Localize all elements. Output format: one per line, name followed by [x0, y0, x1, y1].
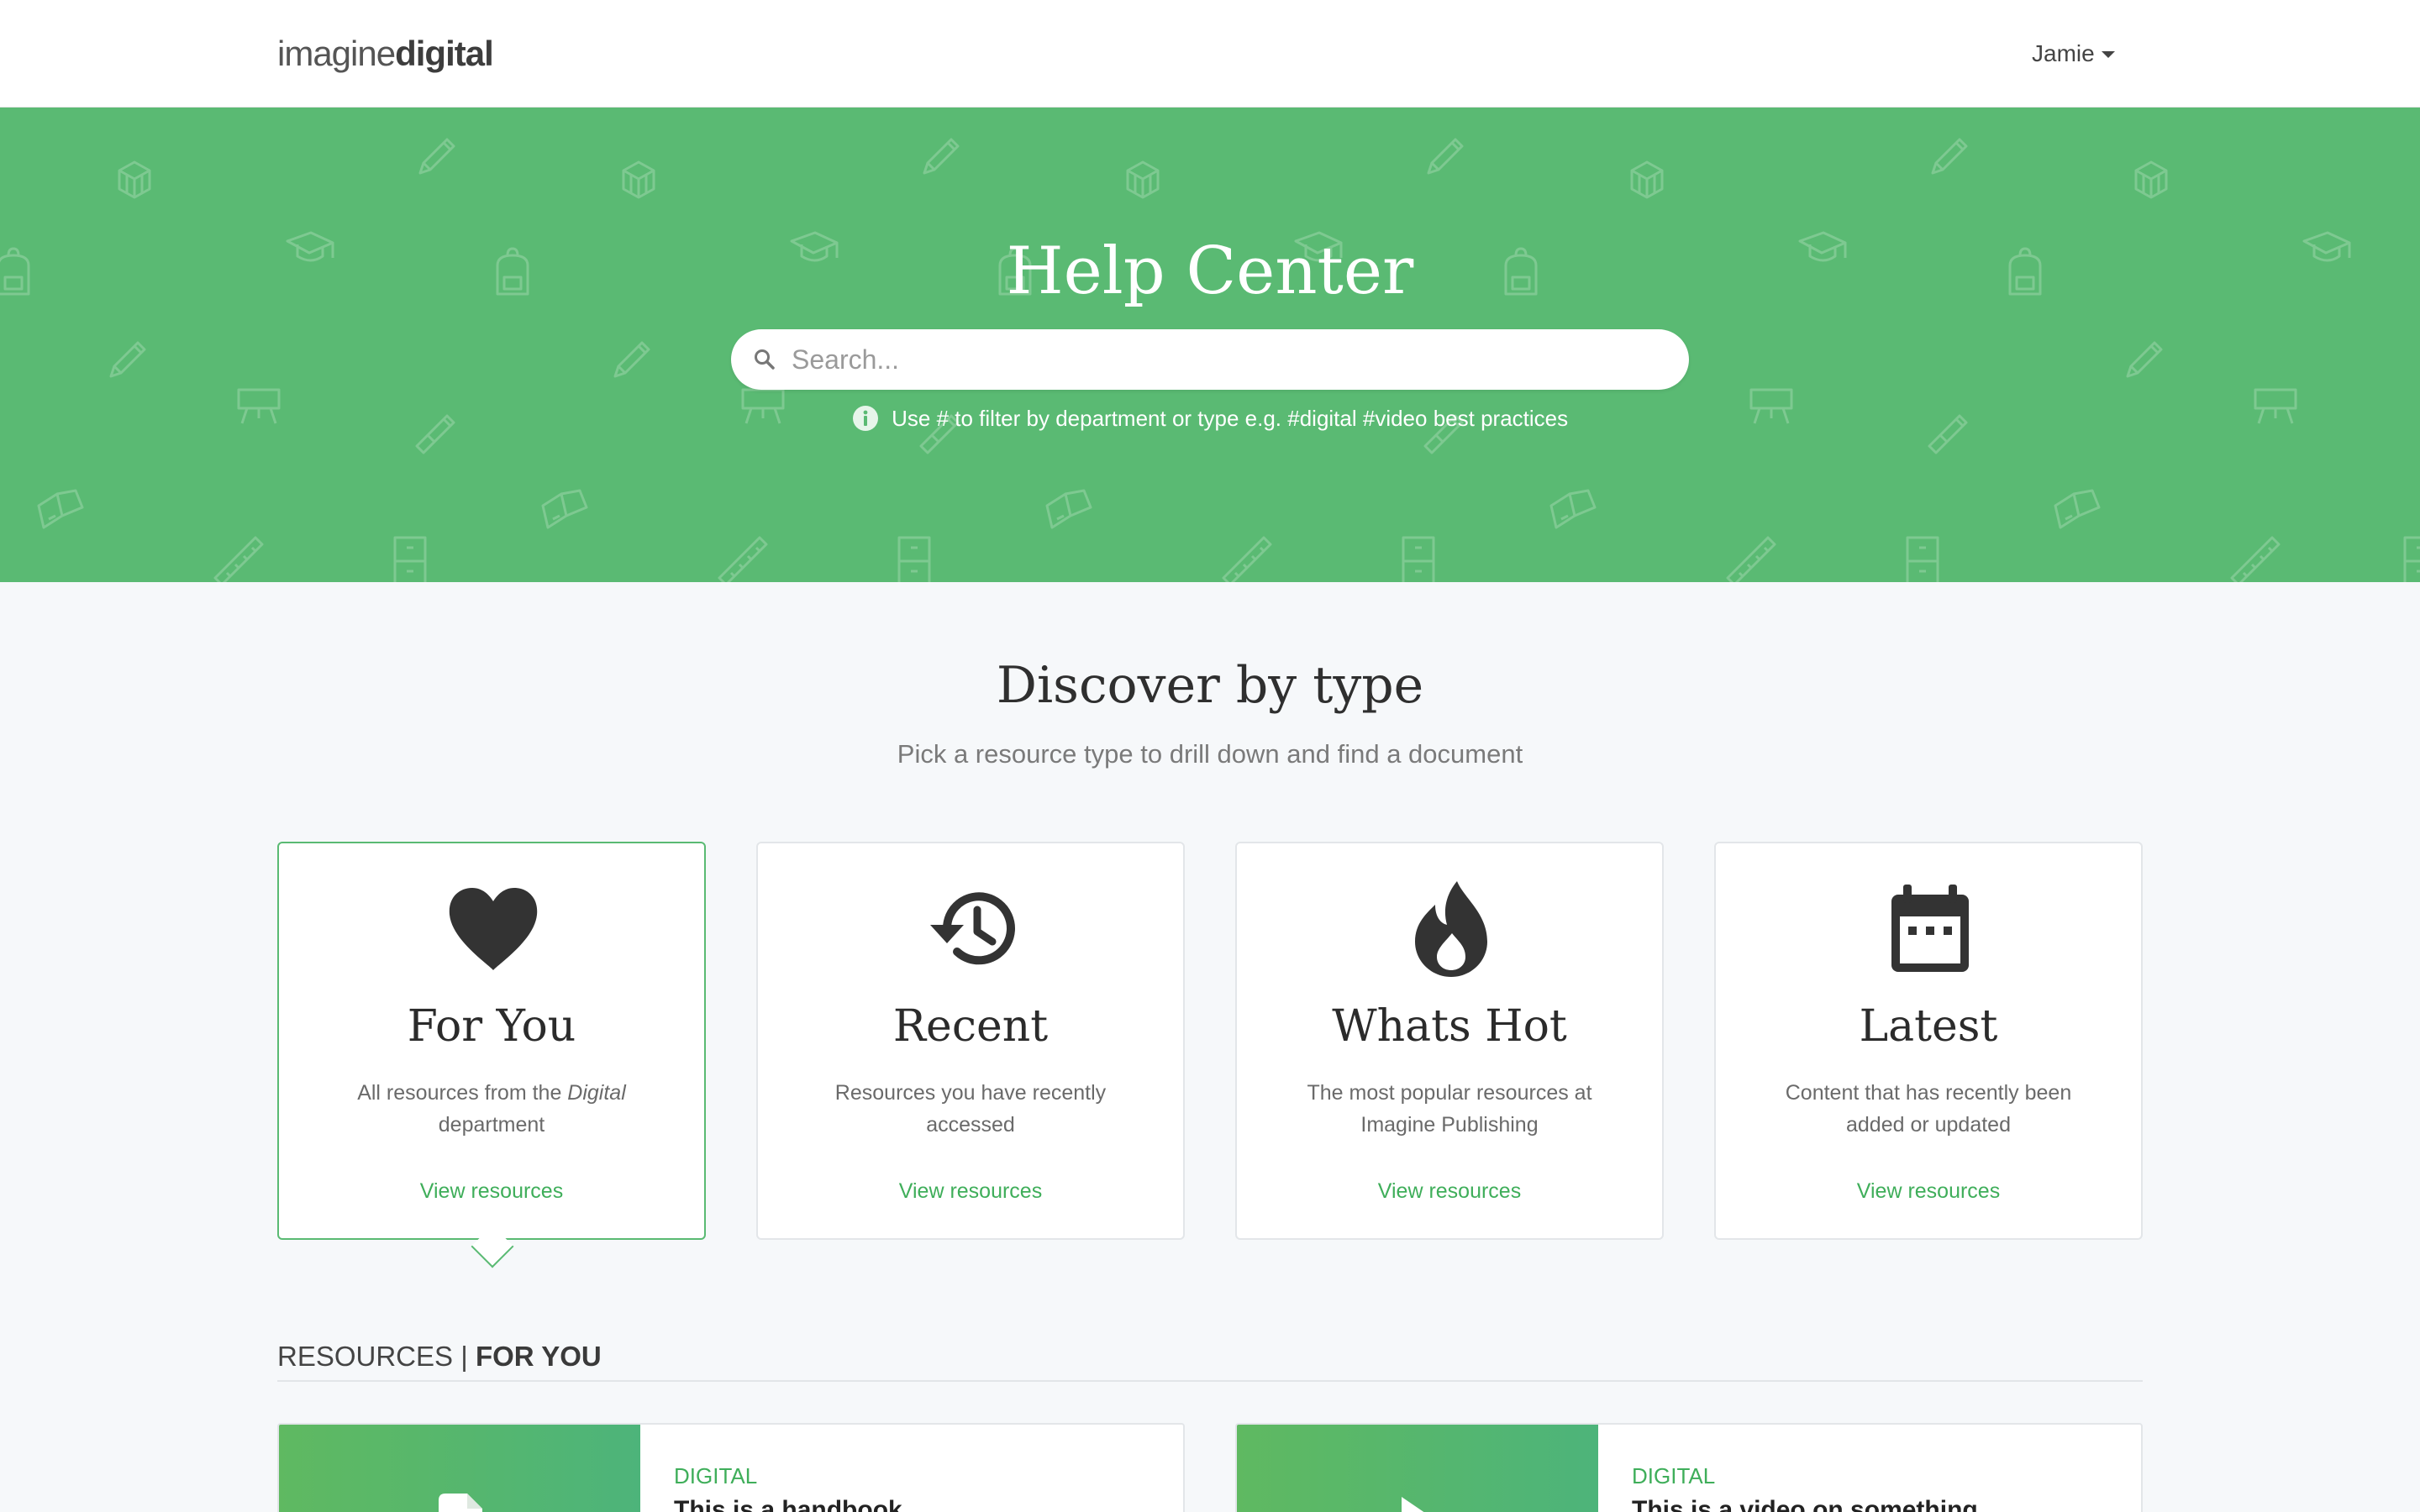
resources-heading-prefix: RESOURCES: [277, 1341, 454, 1372]
view-resources-link[interactable]: View resources: [758, 1176, 1183, 1206]
play-icon: [1402, 1497, 1424, 1512]
card-description: Content that has recently been added or …: [1785, 1081, 2072, 1137]
resource-thumbnail: [279, 1425, 640, 1512]
card-title: Whats Hot: [1332, 1001, 1567, 1052]
resource-card[interactable]: DIGITAL This is a video on something: [1235, 1423, 2143, 1512]
view-resources-link[interactable]: View resources: [1716, 1176, 2141, 1206]
caret-down-icon: [2101, 51, 2115, 58]
card-description: Resources you have recently accessed: [834, 1081, 1107, 1137]
card-description: The most popular resources at Imagine Pu…: [1307, 1081, 1592, 1137]
type-card-whats-hot[interactable]: Whats Hot The most popular resources at …: [1235, 842, 1664, 1240]
search-hint-text: Use # to filter by department or type e.…: [892, 406, 1569, 431]
card-title: For You: [407, 1001, 576, 1052]
search-icon: [755, 349, 775, 370]
resource-thumbnail: [1237, 1425, 1598, 1512]
heart-icon: [449, 888, 538, 970]
resource-category: DIGITAL: [674, 1463, 758, 1488]
history-icon: [930, 892, 1015, 965]
type-card-latest[interactable]: Latest Content that has recently been ad…: [1714, 842, 2143, 1240]
card-description: All resources from the Digital departmen…: [357, 1081, 626, 1137]
divider: [277, 1380, 2143, 1382]
page-title: Help Center: [1006, 234, 1414, 309]
top-navbar: imaginedigital Jamie: [0, 0, 2420, 108]
info-icon: [852, 406, 878, 432]
calendar-icon: [1891, 885, 1969, 972]
card-title: Recent: [892, 1001, 1049, 1052]
search-input[interactable]: [792, 338, 1665, 381]
view-resources-link[interactable]: View resources: [1237, 1176, 1662, 1206]
resources-heading: RESOURCES | FOR YOU: [277, 1337, 602, 1376]
resources-heading-separator: |: [460, 1341, 468, 1372]
resource-title[interactable]: This is a handbook: [674, 1494, 902, 1512]
type-card-recent[interactable]: Recent Resources you have recently acces…: [756, 842, 1185, 1240]
type-card-for-you[interactable]: For You All resources from the Digital d…: [277, 842, 706, 1268]
active-card-pointer: [471, 1225, 514, 1268]
logo-light-text: imagine: [277, 34, 396, 73]
user-name: Jamie: [2032, 40, 2095, 66]
document-icon: [439, 1494, 482, 1512]
card-title: Latest: [1859, 1001, 1998, 1052]
view-resources-link[interactable]: View resources: [279, 1176, 704, 1206]
resource-card[interactable]: DIGITAL This is a handbook: [277, 1423, 1185, 1512]
resource-category: DIGITAL: [1632, 1463, 1716, 1488]
search-hint: Use # to filter by department or type e.…: [0, 402, 2420, 435]
search-bar[interactable]: [731, 329, 1689, 390]
resources-heading-section: FOR YOU: [475, 1341, 602, 1372]
hero-banner: Help Center Use # to filter by departmen…: [0, 108, 2420, 582]
discover-title: Discover by type: [996, 656, 1424, 715]
logo[interactable]: imaginedigital: [277, 32, 494, 76]
user-menu-toggle[interactable]: Jamie: [2032, 37, 2115, 71]
discover-subtitle: Pick a resource type to drill down and f…: [897, 739, 1523, 769]
logo-bold-text: digital: [395, 34, 494, 73]
flame-icon: [1415, 881, 1487, 977]
resource-title[interactable]: This is a video on something: [1632, 1494, 1978, 1512]
